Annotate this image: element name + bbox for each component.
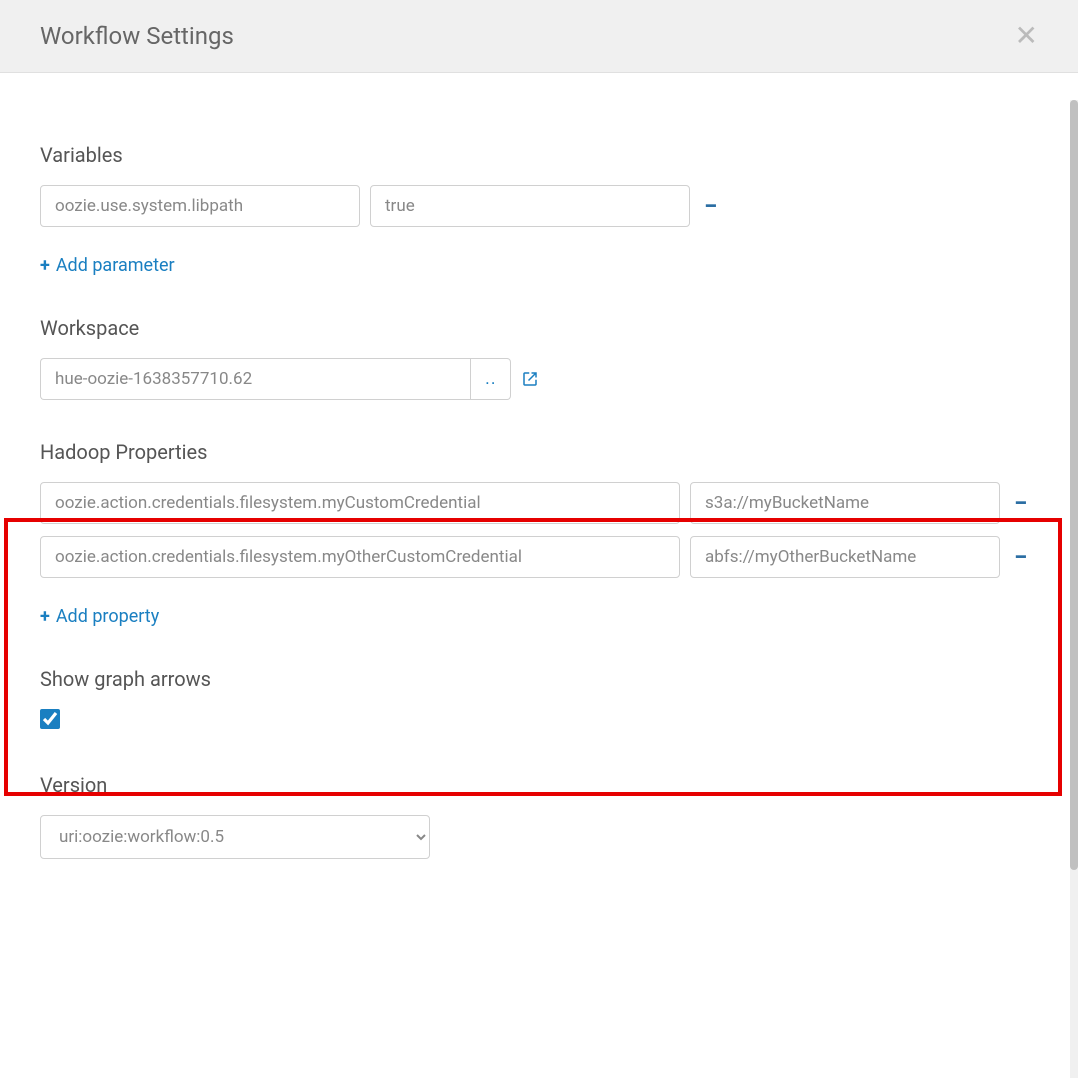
hadoop-label: Hadoop Properties [40,440,1038,464]
graph-arrows-checkbox[interactable] [40,709,60,729]
external-link-icon[interactable] [521,370,539,388]
variable-row: − [40,185,1038,227]
hadoop-properties-section: Hadoop Properties − − + Add property [40,440,1038,627]
workspace-label: Workspace [40,316,1038,340]
property-value-input[interactable] [690,536,1000,578]
property-key-input[interactable] [40,482,680,524]
version-section: Version uri:oozie:workflow:0.5 [40,773,1038,859]
plus-icon: + [40,606,50,627]
modal-header: Workflow Settings ✕ [0,0,1078,73]
plus-icon: + [40,255,50,276]
add-property-link[interactable]: + Add property [40,606,159,627]
modal-title: Workflow Settings [40,22,234,50]
add-parameter-label: Add parameter [56,255,175,276]
graph-arrows-section: Show graph arrows [40,667,1038,733]
property-value-input[interactable] [690,482,1000,524]
version-select[interactable]: uri:oozie:workflow:0.5 [40,815,430,859]
modal-body: Variables − + Add parameter Workspace .. [0,73,1078,1078]
scrollbar-thumb[interactable] [1070,100,1078,870]
browse-button[interactable]: .. [470,358,511,400]
remove-icon[interactable]: − [700,192,721,220]
variables-label: Variables [40,143,1038,167]
add-property-label: Add property [56,606,159,627]
remove-icon[interactable]: − [1010,543,1031,571]
graph-arrows-label: Show graph arrows [40,667,1038,691]
variables-section: Variables − + Add parameter [40,143,1038,276]
variable-value-input[interactable] [370,185,690,227]
scrollbar-track[interactable] [1070,100,1078,1078]
property-key-input[interactable] [40,536,680,578]
property-row: − [40,482,1038,524]
version-label: Version [40,773,1038,797]
property-row: − [40,536,1038,578]
variable-key-input[interactable] [40,185,360,227]
workspace-section: Workspace .. [40,316,1038,400]
workspace-row: .. [40,358,1038,400]
close-icon[interactable]: ✕ [1015,22,1038,50]
workflow-settings-modal: Workflow Settings ✕ Variables − + Add pa… [0,0,1078,1078]
remove-icon[interactable]: − [1010,489,1031,517]
add-parameter-link[interactable]: + Add parameter [40,255,175,276]
workspace-input[interactable] [40,358,470,400]
